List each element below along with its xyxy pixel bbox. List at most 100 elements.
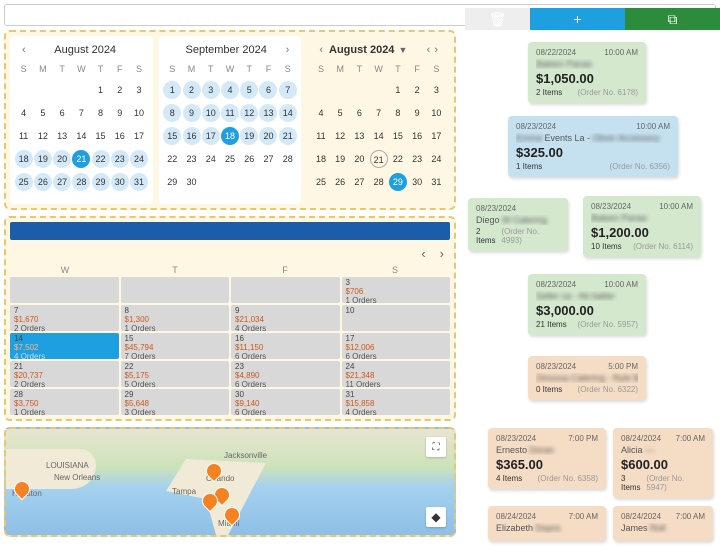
map-pin-icon[interactable] (206, 463, 222, 483)
sched-cell[interactable]: 14$7,5024 Orders (10, 333, 119, 359)
cal-day[interactable]: 22 (163, 150, 181, 168)
cal-day[interactable]: 5 (331, 104, 349, 122)
cal-day[interactable]: 14 (279, 104, 297, 122)
mini-calendar[interactable]: ‹August 2024SMTWTFS123456789101112131415… (10, 36, 153, 204)
cal-day[interactable]: 3 (427, 81, 445, 99)
cal-day[interactable] (259, 173, 277, 191)
cal-day[interactable]: 14 (370, 127, 388, 145)
cal-day[interactable]: 19 (240, 127, 258, 145)
cal-day[interactable]: 16 (408, 127, 426, 145)
cal-prev-icon[interactable]: ‹ (317, 44, 325, 56)
cal-day[interactable]: 18 (221, 127, 239, 145)
sched-cell[interactable] (121, 277, 230, 303)
cal-day[interactable]: 4 (221, 81, 239, 99)
cal-day[interactable]: 28 (72, 173, 90, 191)
fullscreen-icon[interactable]: ⛶ (426, 437, 446, 457)
cal-day[interactable]: 20 (350, 150, 368, 168)
cal-day[interactable]: 5 (240, 81, 258, 99)
sched-cell[interactable]: 17$12,0066 Orders (342, 333, 451, 359)
cal-day[interactable]: 6 (259, 81, 277, 99)
cal-day[interactable]: 19 (34, 150, 52, 168)
cal-prev-icon[interactable]: ‹ (425, 44, 433, 56)
cal-day[interactable]: 28 (279, 150, 297, 168)
cal-day[interactable]: 28 (370, 173, 388, 191)
cal-day[interactable]: 31 (427, 173, 445, 191)
copy-button[interactable]: ⧉ (625, 8, 720, 30)
cal-day[interactable]: 10 (202, 104, 220, 122)
order-card[interactable]: 08/24/20247:00 AMElizabeth Dopra (488, 506, 606, 541)
cal-day[interactable]: 13 (53, 127, 71, 145)
cal-day[interactable]: 29 (163, 173, 181, 191)
order-card[interactable]: 08/23/20247:00 PMErnesto Doran$365.004 I… (488, 428, 606, 489)
order-card[interactable]: 08/23/202410:00 AMSeller ca - Ab batter$… (528, 274, 646, 335)
cal-day[interactable]: 21 (72, 150, 90, 168)
cal-day[interactable]: 13 (259, 104, 277, 122)
order-card[interactable]: 08/23/202410:00 AMEmma Events La - Olive… (508, 116, 678, 177)
cal-day[interactable] (331, 81, 349, 99)
cal-day[interactable] (221, 173, 239, 191)
cal-day[interactable]: 24 (130, 150, 148, 168)
sched-cell[interactable]: 7$1,6702 Orders (10, 305, 119, 331)
add-button[interactable]: + (530, 8, 625, 30)
cal-day[interactable]: 1 (163, 81, 181, 99)
cal-day[interactable]: 18 (312, 150, 330, 168)
sched-cell[interactable]: 28$3,7501 Orders (10, 389, 119, 415)
cal-day[interactable]: 11 (221, 104, 239, 122)
cal-day[interactable]: 3 (130, 81, 148, 99)
cal-day[interactable]: 4 (312, 104, 330, 122)
cal-day[interactable]: 7 (370, 104, 388, 122)
order-card[interactable]: 08/23/20245:00 PMDinossa Catering - Ryle… (528, 356, 646, 400)
cal-day[interactable]: 12 (34, 127, 52, 145)
cal-day[interactable]: 8 (163, 104, 181, 122)
sched-cell[interactable]: 30$9,1406 Orders (231, 389, 340, 415)
cal-day[interactable] (53, 81, 71, 99)
cal-day[interactable] (350, 81, 368, 99)
sched-cell[interactable]: 31$15,8584 Orders (342, 389, 451, 415)
cal-day[interactable]: 12 (331, 127, 349, 145)
cal-day[interactable]: 31 (130, 173, 148, 191)
cal-day[interactable]: 1 (92, 81, 110, 99)
cal-day[interactable]: 20 (53, 150, 71, 168)
cal-day[interactable] (240, 173, 258, 191)
order-card[interactable]: 08/23/202410:00 AMBaleen Panas$1,200.001… (583, 196, 701, 257)
cal-day[interactable]: 21 (279, 127, 297, 145)
cal-day[interactable]: 23 (183, 150, 201, 168)
cal-day[interactable]: 4 (15, 104, 33, 122)
schedule-next-icon[interactable]: › (440, 246, 444, 261)
order-card[interactable]: 08/24/20247:00 AMAlicia —$600.003 Items(… (613, 428, 713, 498)
cal-day[interactable]: 9 (408, 104, 426, 122)
cal-day[interactable]: 29 (92, 173, 110, 191)
cal-day[interactable]: 6 (350, 104, 368, 122)
cal-prev-icon[interactable]: ‹ (20, 44, 28, 56)
cal-day[interactable]: 3 (202, 81, 220, 99)
map-pin-icon[interactable] (202, 493, 218, 513)
map-pin-icon[interactable] (14, 481, 30, 501)
cal-day[interactable]: 27 (53, 173, 71, 191)
cal-day[interactable]: 6 (53, 104, 71, 122)
cal-day[interactable]: 22 (92, 150, 110, 168)
cal-day[interactable]: 25 (312, 173, 330, 191)
cal-day[interactable]: 20 (259, 127, 277, 145)
streetview-icon[interactable]: ◆ (426, 507, 446, 527)
sched-cell[interactable]: 3$7061 Orders (342, 277, 451, 303)
cal-day[interactable]: 7 (279, 81, 297, 99)
cal-day[interactable]: 16 (111, 127, 129, 145)
cal-day[interactable] (72, 81, 90, 99)
sched-cell[interactable]: 8$1,3001 Orders (121, 305, 230, 331)
sched-cell[interactable]: 16$11,1506 Orders (231, 333, 340, 359)
cal-day[interactable]: 14 (72, 127, 90, 145)
cal-day[interactable]: 17 (130, 127, 148, 145)
sched-cell[interactable]: 29$5,6483 Orders (121, 389, 230, 415)
sched-cell[interactable] (231, 277, 340, 303)
cal-day[interactable] (15, 81, 33, 99)
cal-day[interactable]: 23 (408, 150, 426, 168)
order-card[interactable]: 08/22/202410:00 AMBaleen Panas$1,050.002… (528, 42, 646, 103)
cal-day[interactable] (34, 81, 52, 99)
cal-day[interactable]: 27 (350, 173, 368, 191)
cal-day[interactable]: 24 (202, 150, 220, 168)
cal-day[interactable]: 7 (72, 104, 90, 122)
cal-day[interactable]: 27 (259, 150, 277, 168)
cal-day[interactable]: 24 (427, 150, 445, 168)
cal-next-icon[interactable]: › (284, 44, 292, 56)
sched-cell[interactable]: 9$21,0344 Orders (231, 305, 340, 331)
